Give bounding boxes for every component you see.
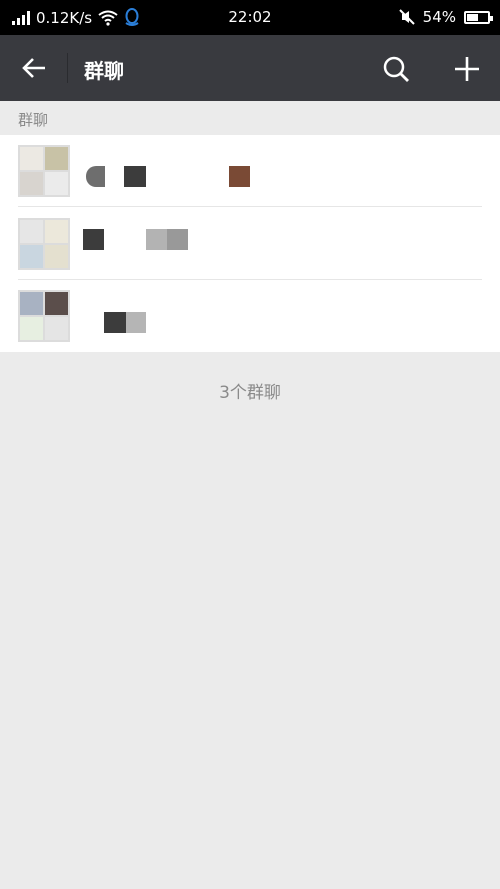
avatar-tile (20, 245, 43, 268)
row-separator (18, 206, 482, 207)
avatar-tile (45, 147, 68, 170)
page-title: 群聊 (84, 59, 124, 83)
name-block (104, 312, 126, 333)
name-block (229, 166, 250, 187)
back-button[interactable] (14, 51, 54, 85)
avatar-tile (20, 317, 43, 340)
name-block (83, 229, 104, 250)
group-count: 3个群聊 (219, 383, 281, 403)
avatar-tile (45, 292, 68, 315)
name-block (126, 312, 146, 333)
avatar-tile (20, 172, 43, 195)
section-label: 群聊 (18, 111, 49, 129)
mute-icon (398, 9, 415, 25)
section-header: 群聊 (0, 101, 500, 135)
avatar-tile (20, 220, 43, 243)
title-divider (67, 53, 68, 83)
group-item-3[interactable] (0, 280, 500, 352)
group-avatar (18, 218, 70, 270)
status-right: 54% (398, 8, 493, 26)
title-bar: 群聊 (0, 35, 500, 101)
add-button[interactable] (448, 51, 486, 87)
name-block (146, 229, 167, 250)
group-item-2[interactable] (0, 208, 500, 280)
battery-fill (467, 13, 478, 21)
name-block (86, 166, 105, 187)
avatar-tile (20, 147, 43, 170)
group-avatar (18, 145, 70, 197)
group-list (0, 135, 500, 352)
name-block (124, 166, 146, 187)
avatar-tile (45, 245, 68, 268)
arrow-left-icon (22, 58, 45, 78)
avatar-tile (20, 292, 43, 315)
battery-percent: 54% (422, 8, 456, 26)
battery-icon (464, 10, 493, 24)
group-avatar (18, 290, 70, 342)
avatar-tile (45, 172, 68, 195)
avatar-tile (45, 220, 68, 243)
name-block (167, 229, 188, 250)
group-item-1[interactable] (0, 135, 500, 207)
plus-icon (455, 57, 479, 81)
avatar-tile (45, 317, 68, 340)
search-icon (383, 56, 409, 82)
status-bar: 0.12K/s 22:02 54% (0, 0, 500, 35)
search-button[interactable] (378, 51, 414, 87)
